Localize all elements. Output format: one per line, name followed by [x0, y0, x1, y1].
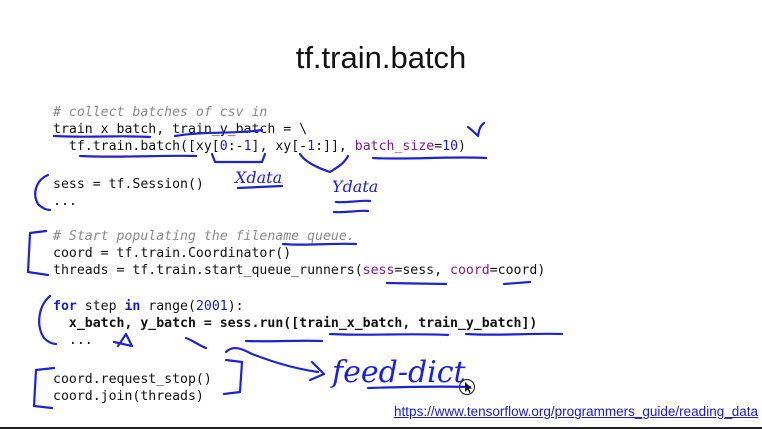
ink-underline — [371, 156, 488, 160]
ink-bracket — [26, 229, 50, 277]
reference-link[interactable]: https://www.tensorflow.org/programmers_g… — [394, 404, 758, 419]
ink-underline — [385, 281, 448, 286]
ink-underline — [328, 332, 450, 337]
ink-arrow — [224, 346, 320, 374]
ink-underline — [281, 242, 358, 246]
ink-mark — [112, 332, 134, 348]
ink-underline — [332, 209, 370, 214]
ink-bracket — [298, 152, 350, 174]
ink-underline — [464, 332, 564, 336]
ink-mark — [184, 336, 208, 350]
ink-underline — [78, 154, 198, 158]
ink-underline — [334, 199, 372, 204]
slide: tf.train.batch # collect batches of csv … — [0, 0, 762, 429]
ink-underline — [52, 134, 152, 139]
ink-bracket — [222, 358, 244, 396]
ink-underline — [244, 339, 324, 343]
ink-ydata: Ydata — [332, 177, 378, 196]
ink-check-mark — [466, 121, 486, 138]
ink-bracket — [38, 294, 58, 346]
ink-bracket — [210, 152, 267, 164]
ink-annotations: Xdata Ydata feed-dict — [26, 121, 564, 410]
ink-bracket — [34, 173, 52, 212]
ink-underline — [502, 280, 532, 286]
ink-underline — [173, 128, 264, 138]
ink-xdata: Xdata — [233, 168, 282, 187]
ink-feed-dict: feed-dict — [330, 355, 467, 390]
ink-bracket — [32, 366, 56, 410]
cursor-icon — [458, 378, 476, 396]
